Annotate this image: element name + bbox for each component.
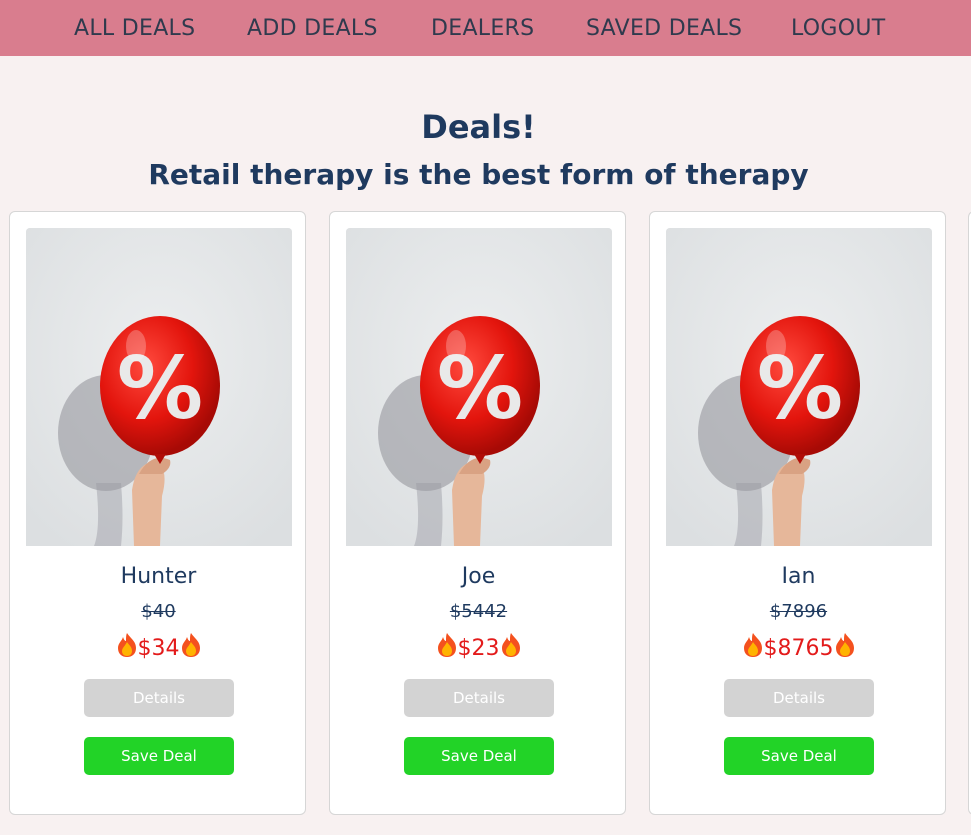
sale-price-row: $23 (330, 632, 627, 661)
percent-balloon-image: % (26, 228, 292, 546)
save-deal-button[interactable]: Save Deal (404, 737, 554, 775)
fire-icon (743, 633, 762, 657)
dealer-name: Joe (461, 564, 496, 589)
dealer-name: Hunter (120, 564, 197, 589)
nav-logout[interactable]: LOGOUT (791, 16, 886, 41)
original-price: $5442 (449, 601, 508, 622)
fire-icon (117, 633, 136, 657)
details-button[interactable]: Details (404, 679, 554, 717)
nav-all-deals[interactable]: ALL DEALS (74, 16, 195, 41)
details-button[interactable]: Details (724, 679, 874, 717)
original-price: $40 (141, 601, 176, 622)
page-title: Deals! (421, 108, 536, 146)
percent-balloon-image: % (346, 228, 612, 546)
sale-price: $34 (137, 636, 180, 661)
dealer-name: Ian (781, 564, 816, 589)
details-button[interactable]: Details (84, 679, 234, 717)
fire-icon (437, 633, 456, 657)
percent-balloon-image: % (666, 228, 932, 546)
deal-card: % Hunter $40 $34 Details Save Deal (9, 211, 306, 815)
sale-price: $8765 (763, 636, 834, 661)
nav-dealers[interactable]: DEALERS (431, 16, 534, 41)
fire-icon (835, 633, 854, 657)
deal-card: % Joe $5442 $23 Details Save Deal (329, 211, 626, 815)
sale-price-row: $34 (10, 632, 307, 661)
sale-price-row: $8765 (650, 632, 947, 661)
fire-icon (501, 633, 520, 657)
sale-price: $23 (457, 636, 500, 661)
fire-icon (181, 633, 200, 657)
nav-add-deals[interactable]: ADD DEALS (247, 16, 378, 41)
original-price: $7896 (769, 601, 828, 622)
page-subtitle: Retail therapy is the best form of thera… (148, 158, 809, 191)
navbar: ALL DEALS ADD DEALS DEALERS SAVED DEALS … (0, 0, 971, 56)
nav-saved-deals[interactable]: SAVED DEALS (586, 16, 742, 41)
save-deal-button[interactable]: Save Deal (84, 737, 234, 775)
deal-card: % Ian $7896 $8765 Details Save Deal (649, 211, 946, 815)
save-deal-button[interactable]: Save Deal (724, 737, 874, 775)
